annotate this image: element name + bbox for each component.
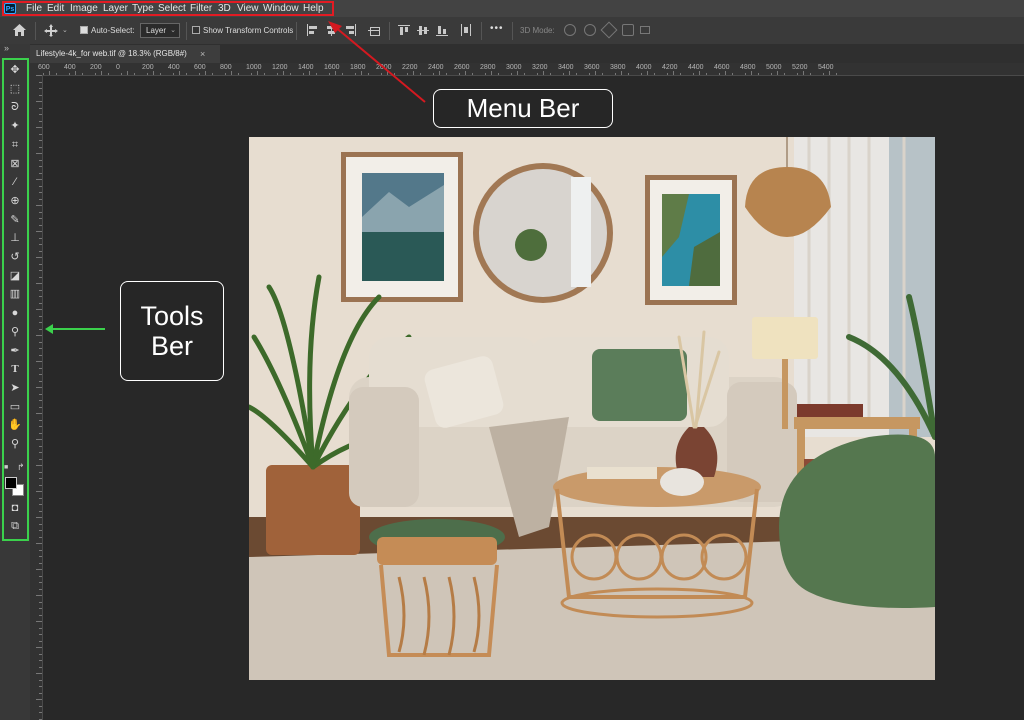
living-room-photo	[249, 137, 935, 680]
tools-bar-callout: Tools Ber	[120, 281, 224, 381]
chevron-down-icon: ⌄	[170, 27, 176, 34]
ruler-label: 4400	[688, 64, 704, 71]
history-brush-tool-icon[interactable]: ↺	[6, 250, 24, 265]
type-tool-icon[interactable]: T	[6, 362, 24, 377]
magic-wand-tool-icon[interactable]: ✦	[6, 119, 24, 134]
distribute-icon[interactable]	[460, 24, 472, 36]
ruler-label: 800	[220, 64, 232, 71]
canvas-image[interactable]	[249, 137, 935, 680]
menu-bar-pointer-arrow	[328, 21, 426, 103]
blur-tool-icon[interactable]: ●	[6, 306, 24, 321]
ruler-label: 5200	[792, 64, 808, 71]
healing-brush-tool-icon[interactable]: ⊕	[6, 194, 24, 209]
tools-bar-pointer-arrow	[45, 324, 105, 334]
3d-pan-icon[interactable]	[600, 21, 618, 39]
vertical-ruler	[30, 75, 43, 720]
ruler-label: 200	[90, 64, 102, 71]
ruler-label: 4600	[714, 64, 730, 71]
ruler-label: 4000	[636, 64, 652, 71]
3d-roll-icon[interactable]	[584, 24, 596, 36]
tools-callout-line-2: Ber	[150, 331, 194, 361]
ruler-label: 1200	[272, 64, 288, 71]
ruler-label: 3200	[532, 64, 548, 71]
ruler-label: 3000	[506, 64, 522, 71]
brush-tool-icon[interactable]: ✎	[6, 213, 24, 228]
close-icon[interactable]: ×	[200, 45, 205, 63]
lasso-tool-icon[interactable]: ᘐ	[6, 100, 24, 115]
hand-tool-icon[interactable]: ✋	[6, 418, 24, 433]
auto-select-target-select[interactable]: Layer ⌄	[140, 23, 180, 38]
ruler-label: 600	[38, 64, 50, 71]
ruler-label: 1000	[246, 64, 262, 71]
screen-mode-icon[interactable]: ⧉	[6, 519, 24, 534]
ruler-label: 3800	[610, 64, 626, 71]
ruler-label: 400	[64, 64, 76, 71]
menu-bar-highlight	[2, 1, 334, 16]
ruler-label: 4200	[662, 64, 678, 71]
show-transform-controls-checkbox[interactable]	[192, 26, 200, 34]
zoom-tool-icon[interactable]: ⚲	[6, 437, 24, 452]
ruler-label: 0	[116, 64, 120, 71]
document-tab[interactable]: Lifestyle-4k_for web.tif @ 18.3% (RGB/8#…	[30, 45, 220, 63]
options-bar: ⌄ Auto-Select: Layer ⌄ Show Transform Co…	[0, 17, 1024, 45]
ruler-label: 600	[194, 64, 206, 71]
3d-orbit-icon[interactable]	[564, 24, 576, 36]
frame-tool-icon[interactable]: ⊠	[6, 157, 24, 172]
marquee-tool-icon[interactable]: ⬚	[6, 82, 24, 97]
expand-panel-icon[interactable]: »	[4, 43, 9, 53]
tools-callout-line-1: Tools	[140, 301, 204, 331]
ruler-label: 5000	[766, 64, 782, 71]
crop-tool-icon[interactable]: ⌗	[6, 138, 24, 153]
move-tool-options-icon[interactable]	[43, 23, 59, 38]
ruler-label: 400	[168, 64, 180, 71]
align-left-edges-icon[interactable]	[306, 24, 318, 36]
layer-select-value: Layer	[146, 26, 167, 35]
path-selection-tool-icon[interactable]: ➤	[6, 381, 24, 396]
rectangle-tool-icon[interactable]: ▭	[6, 400, 24, 415]
ruler-label: 5400	[818, 64, 834, 71]
show-transform-controls-label: Show Transform Controls	[203, 26, 294, 35]
3d-slide-icon[interactable]	[622, 24, 634, 36]
menu-bar-callout: Menu Ber	[433, 89, 613, 128]
ruler-label: 3600	[584, 64, 600, 71]
dodge-tool-icon[interactable]: ⚲	[6, 325, 24, 340]
ruler-label: 4800	[740, 64, 756, 71]
ruler-label: 200	[142, 64, 154, 71]
auto-select-label: Auto-Select:	[91, 26, 135, 35]
chevron-down-icon[interactable]: ⌄	[62, 26, 68, 34]
quick-mask-icon[interactable]: ◘	[6, 501, 24, 516]
auto-select-checkbox[interactable]	[80, 26, 88, 34]
home-icon[interactable]	[12, 23, 27, 37]
horizontal-ruler: 600 400 200 0 200 400 600 800 1000 1200 1400 1600 18…	[30, 63, 1024, 76]
eraser-tool-icon[interactable]: ◪	[6, 269, 24, 284]
clone-stamp-tool-icon[interactable]: ⊥	[6, 231, 24, 246]
ruler-label: 3400	[558, 64, 574, 71]
3d-camera-icon[interactable]	[640, 26, 650, 34]
more-options-icon[interactable]: •••	[490, 23, 504, 34]
ruler-label: 1400	[298, 64, 314, 71]
ruler-label: 2600	[454, 64, 470, 71]
ruler-label: 2800	[480, 64, 496, 71]
gradient-tool-icon[interactable]: ▥	[6, 287, 24, 302]
move-tool-icon[interactable]: ✥	[6, 63, 24, 78]
eyedropper-tool-icon[interactable]: ⁄	[6, 175, 24, 190]
3d-mode-label: 3D Mode:	[520, 26, 555, 35]
pen-tool-icon[interactable]: ✒	[6, 344, 24, 359]
